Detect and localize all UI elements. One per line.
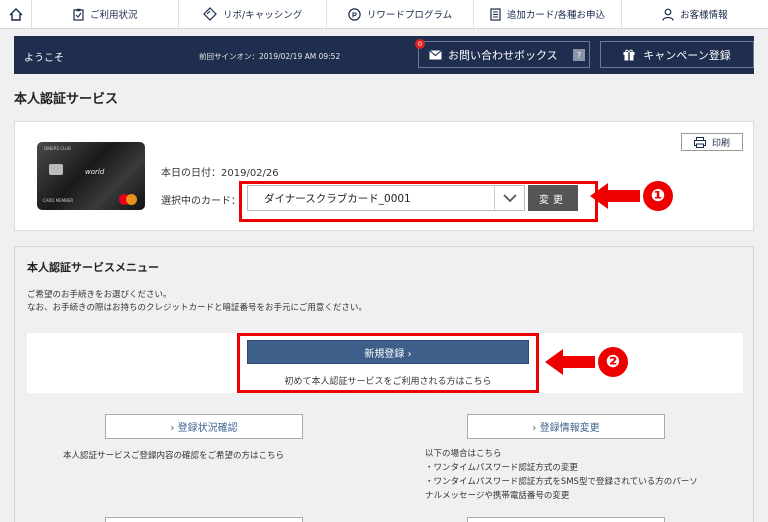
annotation-arrow-2-icon [545, 349, 595, 375]
print-button[interactable]: 印刷 [681, 133, 743, 151]
registration-info-change-button[interactable]: › 登録情報変更 [467, 414, 665, 439]
next-menu-button-partial[interactable] [467, 517, 665, 522]
account-header: ようこそ 前回サインオン：2019/02/19 AM 09:52 0 お問い合わ… [14, 36, 754, 74]
menu-description-line1: ご希望のお手続きをお選びください。 [27, 290, 172, 300]
card-name-text: world [85, 168, 105, 176]
home-icon [9, 7, 22, 21]
page-title: 本人認証サービス [14, 92, 119, 107]
printer-icon [693, 136, 706, 148]
top-navigation: ご利用状況 リボ/キャッシング P リワードプログラム 追加カード/各種お申込 … [0, 0, 768, 29]
card-brand-text: DINERS CLUB [44, 146, 71, 151]
mastercard-logo-icon-2 [126, 194, 137, 205]
inquiry-box-label: お問い合わせボックス [448, 48, 558, 62]
card-member-text: CARD MEMBER [43, 198, 74, 203]
help-icon[interactable]: ? [573, 49, 585, 61]
selected-card-label: 選択中のカード： [161, 196, 241, 207]
menu-description: ご希望のお手続きをお選びください。 なお、お手続きの際はお持ちのクレジットカード… [27, 289, 367, 315]
annotation-number-2: ❷ [598, 347, 628, 377]
nav-reward-program[interactable]: P リワードプログラム [327, 0, 475, 29]
points-icon: P [348, 7, 361, 21]
nav-customer-info-label: お客様情報 [680, 10, 728, 21]
campaign-register-label: キャンペーン登録 [643, 48, 731, 62]
new-registration-subtext: 初めて本人認証サービスをご利用される方はこちら [284, 377, 492, 387]
welcome-text: ようこそ [24, 53, 64, 64]
nav-usage-status[interactable]: ご利用状況 [32, 0, 180, 29]
document-icon [490, 7, 501, 21]
card-chip-icon [49, 164, 63, 175]
credit-card-image: DINERS CLUB world CARD MEMBER [37, 142, 145, 210]
registration-status-button[interactable]: › 登録状況確認 [105, 414, 303, 439]
diamond-icon [203, 7, 217, 21]
info-change-desc-line: ・ワンタイムパスワード認証方式の変更 [425, 463, 578, 473]
campaign-register-button[interactable]: キャンペーン登録 [600, 41, 754, 68]
new-registration-button[interactable]: 新規登録 › [247, 340, 529, 364]
nav-usage-status-label: ご利用状況 [89, 10, 138, 21]
info-change-desc-line: ナルメッセージや携帯電話番号の変更 [425, 491, 570, 501]
last-signin-text: 前回サインオン：2019/02/19 AM 09:52 [199, 52, 341, 61]
print-label: 印刷 [711, 138, 730, 149]
today-date: 本日の日付：2019/02/26 [161, 168, 279, 179]
info-change-desc-line: ・ワンタイムパスワード認証方式をSMS型で登録されている方のパーソ [425, 477, 698, 487]
registration-info-change-desc: 以下の場合はこちら ・ワンタイムパスワード認証方式の変更 ・ワンタイムパスワード… [425, 447, 725, 503]
inquiry-count-badge: 0 [415, 39, 425, 49]
chevron-down-icon [494, 186, 524, 210]
card-selection-panel: DINERS CLUB world CARD MEMBER 本日の日付：2019… [14, 121, 754, 231]
change-card-button[interactable]: 変更 [528, 185, 578, 211]
home-button[interactable] [0, 0, 32, 29]
auth-service-menu-panel: 本人認証サービスメニュー ご希望のお手続きをお選びください。 なお、お手続きの際… [14, 246, 754, 522]
gift-icon [623, 49, 635, 61]
mail-icon [429, 49, 442, 60]
nav-reward-program-label: リワードプログラム [366, 10, 453, 21]
info-change-desc-line: 以下の場合はこちら [425, 449, 502, 459]
nav-additional-card-label: 追加カード/各種お申込 [506, 10, 606, 21]
svg-text:P: P [352, 10, 357, 19]
clipboard-icon [73, 8, 84, 21]
inquiry-box-button[interactable]: 0 お問い合わせボックス ? [415, 39, 590, 68]
user-icon [662, 8, 674, 21]
card-select-dropdown[interactable]: ダイナースクラブカード_0001 [247, 185, 525, 211]
nav-additional-card[interactable]: 追加カード/各種お申込 [474, 0, 622, 29]
nav-customer-info[interactable]: お客様情報 [622, 0, 768, 29]
selected-card-value: ダイナースクラブカード_0001 [264, 192, 411, 205]
nav-revolving-cashing[interactable]: リボ/キャッシング [179, 0, 327, 29]
registration-status-desc: 本人認証サービスご登録内容の確認をご希望の方はこちら [63, 451, 285, 461]
menu-title: 本人認証サービスメニュー [27, 261, 159, 274]
annotation-number-1: ❶ [643, 181, 673, 211]
annotation-arrow-1-icon [590, 183, 640, 209]
next-menu-button-partial[interactable] [105, 517, 303, 522]
nav-revolving-cashing-label: リボ/キャッシング [223, 10, 303, 21]
menu-description-line2: なお、お手続きの際はお持ちのクレジットカードと暗証番号をお手元にご用意ください。 [27, 303, 367, 313]
